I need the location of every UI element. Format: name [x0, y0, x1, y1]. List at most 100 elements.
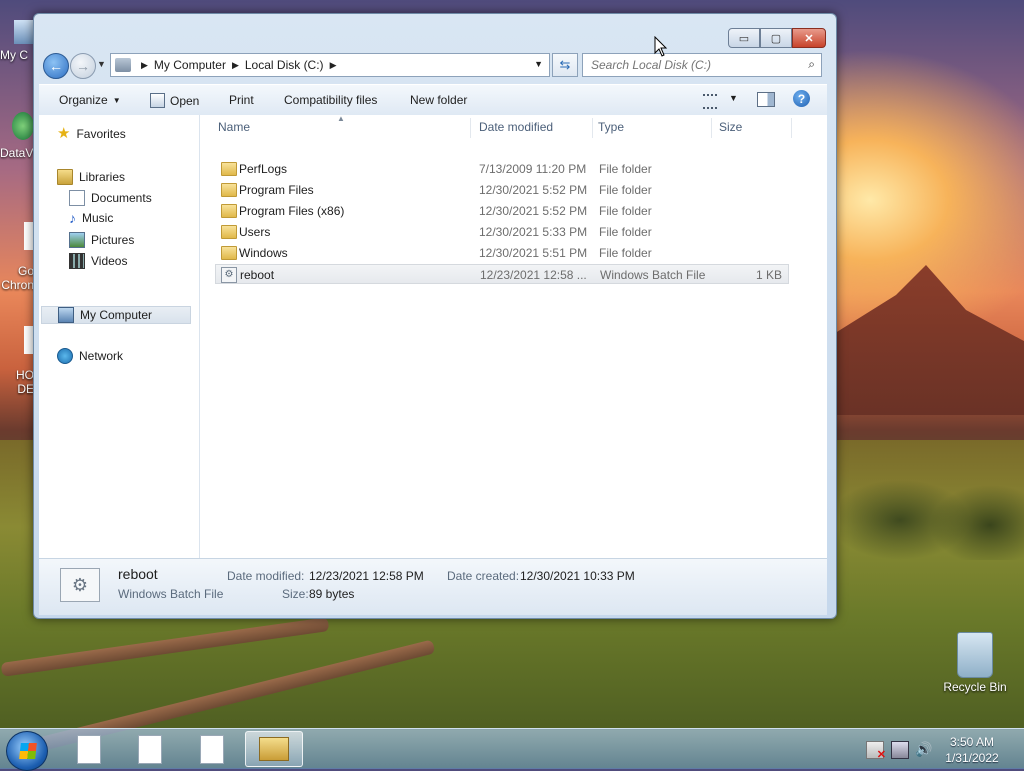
- breadcrumb-chevron-icon[interactable]: ▶: [232, 60, 239, 71]
- network-tray-icon[interactable]: [891, 741, 909, 759]
- nav-item-my-computer[interactable]: My Computer: [41, 306, 191, 324]
- recycle-bin-label: Recycle Bin: [943, 680, 1007, 694]
- network-icon: [57, 348, 73, 364]
- address-dropdown-icon[interactable]: ▼: [534, 59, 543, 69]
- nav-item-label: Favorites: [76, 127, 126, 141]
- explorer-icon: [259, 737, 289, 761]
- folder-icon: [221, 183, 237, 197]
- nav-item-label: Pictures: [91, 233, 135, 247]
- desktop-icon-home-dev[interactable]: HO DE: [0, 326, 34, 400]
- nav-item-label: Documents: [91, 191, 152, 205]
- minimize-button[interactable]: ▭: [728, 28, 760, 48]
- details-date-created-label: Date created:: [447, 569, 520, 583]
- organize-button[interactable]: Organize ▼: [59, 93, 121, 107]
- nav-item-label: Music: [82, 211, 114, 225]
- explorer-window: ▭ ▢ ✕ ← → ▼ ▶ My Computer ▶ Local Disk (…: [33, 13, 837, 619]
- breadcrumb-my-computer[interactable]: My Computer: [154, 58, 226, 72]
- details-size-label: Size:: [282, 587, 309, 601]
- nav-item-label: Network: [79, 349, 124, 363]
- taskbar-button-document[interactable]: [121, 731, 179, 767]
- document-icon: [77, 734, 101, 764]
- windows-logo-icon: [19, 743, 37, 759]
- file-row-selected[interactable]: ⚙ reboot 12/23/2021 12:58 ... Windows Ba…: [215, 264, 789, 284]
- nav-item-pictures[interactable]: Pictures: [69, 232, 134, 248]
- new-folder-label: New folder: [410, 93, 468, 107]
- batch-file-icon: ⚙: [221, 267, 237, 283]
- column-header-type[interactable]: Type: [598, 120, 624, 134]
- column-divider[interactable]: [711, 118, 712, 138]
- folder-icon: [221, 204, 237, 218]
- taskbar: ✕ 🔊 3:50 AM 1/31/2022: [0, 728, 1024, 771]
- file-date: 12/30/2021 5:33 PM: [479, 225, 588, 239]
- file-row[interactable]: PerfLogs 7/13/2009 11:20 PM File folder: [215, 159, 789, 179]
- file-size: 1 KB: [755, 268, 782, 282]
- file-list: ▲ Name Date modified Type Size PerfLogs …: [211, 114, 827, 558]
- nav-item-videos[interactable]: Videos: [69, 253, 127, 269]
- nav-item-libraries[interactable]: Libraries: [57, 169, 125, 185]
- close-button[interactable]: ✕: [792, 28, 826, 48]
- taskbar-button-explorer[interactable]: [245, 731, 303, 767]
- column-divider[interactable]: [791, 118, 792, 138]
- recycle-bin-icon: [957, 632, 993, 678]
- forward-button[interactable]: →: [70, 53, 96, 79]
- desktop-icon-chrome[interactable]: Go Chron: [0, 222, 34, 296]
- caption-buttons: ▭ ▢ ✕: [728, 28, 826, 48]
- details-date-modified: 12/23/2021 12:58 PM: [309, 569, 424, 583]
- help-icon[interactable]: ?: [793, 90, 810, 107]
- refresh-button[interactable]: ⇆: [552, 53, 578, 77]
- column-divider[interactable]: [592, 118, 593, 138]
- computer-icon: [115, 58, 131, 72]
- libraries-icon: [57, 169, 73, 185]
- preview-pane-icon[interactable]: [757, 92, 775, 107]
- column-header-name[interactable]: Name: [218, 120, 250, 134]
- nav-item-favorites[interactable]: ★ Favorites: [57, 126, 126, 141]
- print-button[interactable]: Print: [229, 93, 254, 107]
- file-row[interactable]: Program Files (x86) 12/30/2021 5:52 PM F…: [215, 201, 789, 221]
- taskbar-button-document[interactable]: [60, 731, 118, 767]
- back-button[interactable]: ←: [43, 53, 69, 79]
- open-icon: [150, 93, 165, 108]
- file-name: Program Files: [239, 183, 314, 197]
- forward-arrow-icon: →: [76, 58, 90, 74]
- nav-item-network[interactable]: Network: [57, 348, 123, 364]
- maximize-button[interactable]: ▢: [760, 28, 792, 48]
- volume-icon[interactable]: 🔊: [915, 741, 932, 757]
- file-row[interactable]: Windows 12/30/2021 5:51 PM File folder: [215, 243, 789, 263]
- breadcrumb-chevron-icon[interactable]: ▶: [330, 60, 337, 71]
- sort-ascending-icon: ▲: [337, 114, 345, 123]
- nav-item-documents[interactable]: Documents: [69, 190, 152, 206]
- videos-icon: [69, 253, 85, 269]
- search-icon[interactable]: ⌕: [808, 57, 815, 72]
- details-date-created: 12/30/2021 10:33 PM: [520, 569, 635, 583]
- documents-icon: [69, 190, 85, 206]
- system-clock[interactable]: 3:50 AM 1/31/2022: [930, 734, 1014, 766]
- refresh-icon: ⇆: [559, 57, 571, 72]
- desktop-icon-recycle-bin[interactable]: Recycle Bin: [940, 632, 1010, 694]
- compatibility-files-button[interactable]: Compatibility files: [284, 93, 377, 107]
- column-header-size[interactable]: Size: [719, 120, 742, 134]
- organize-label: Organize: [59, 93, 108, 107]
- action-center-flag-icon[interactable]: ✕: [866, 741, 886, 761]
- nav-item-label: My Computer: [80, 308, 153, 322]
- change-view-icon[interactable]: [703, 94, 717, 109]
- view-options-chevron-icon[interactable]: ▼: [729, 93, 738, 103]
- address-bar[interactable]: ▶ My Computer ▶ Local Disk (C:) ▶ ▼: [110, 53, 550, 77]
- column-header-date-modified[interactable]: Date modified: [479, 120, 553, 134]
- breadcrumb-chevron-icon[interactable]: ▶: [141, 60, 148, 71]
- breadcrumb-local-disk[interactable]: Local Disk (C:): [245, 58, 324, 72]
- taskbar-button-document[interactable]: [183, 731, 241, 767]
- desktop-icon-datav[interactable]: DataV: [0, 112, 34, 178]
- recent-pages-chevron-icon[interactable]: ▼: [97, 59, 106, 69]
- search-input[interactable]: [589, 54, 793, 76]
- open-button[interactable]: Open: [150, 93, 199, 108]
- nav-item-music[interactable]: ♪ Music: [69, 211, 113, 225]
- file-row[interactable]: Users 12/30/2021 5:33 PM File folder: [215, 222, 789, 242]
- desktop-icon-my-computer[interactable]: My C: [0, 20, 34, 80]
- file-row[interactable]: Program Files 12/30/2021 5:52 PM File fo…: [215, 180, 789, 200]
- details-file-name: reboot: [118, 566, 158, 582]
- column-divider[interactable]: [470, 118, 471, 138]
- new-folder-button[interactable]: New folder: [410, 93, 467, 107]
- clock-time: 3:50 AM: [949, 735, 995, 749]
- start-button[interactable]: [6, 731, 48, 771]
- file-type: File folder: [599, 204, 652, 218]
